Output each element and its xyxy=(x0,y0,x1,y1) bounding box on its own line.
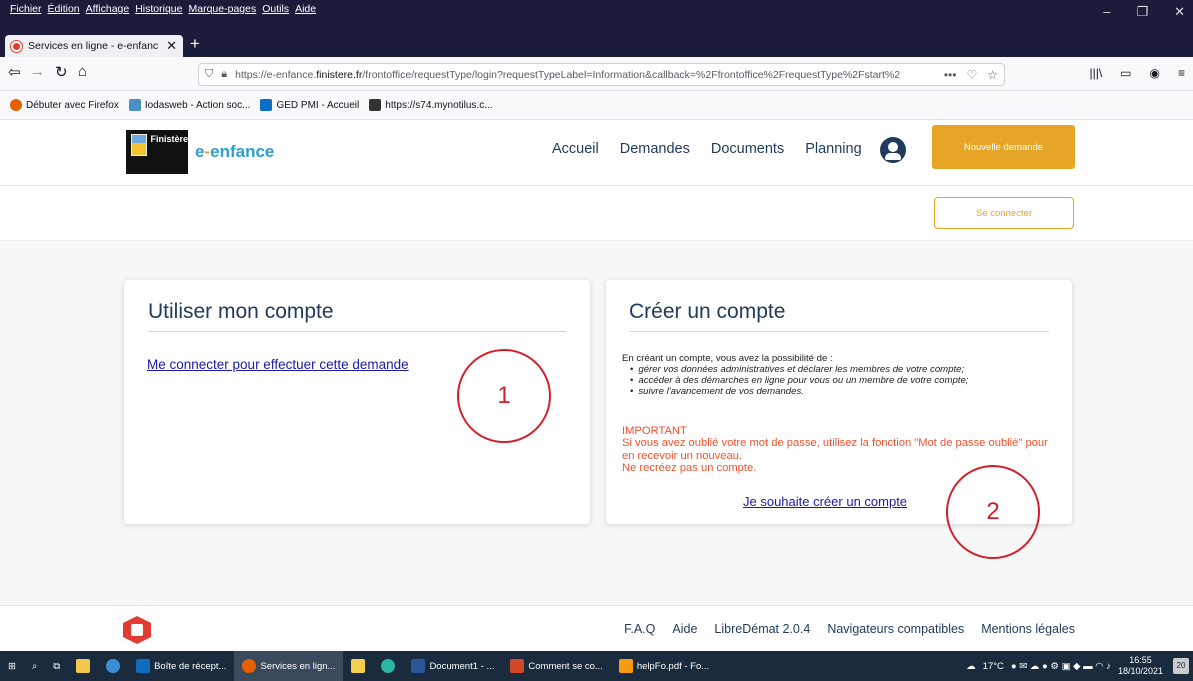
new-tab-icon[interactable]: + xyxy=(190,34,200,54)
taskbar-pdf[interactable]: helpFo.pdf - Fo... xyxy=(611,651,717,681)
ie-icon[interactable] xyxy=(98,651,128,681)
temperature[interactable]: 17°C xyxy=(983,661,1004,672)
menu-bar: Fichier Édition Affichage Historique Mar… xyxy=(10,3,316,15)
browser-navbar: ⇦ → ↻ ⌂ ⛉ 🔒︎ https://e-enfance.finistere… xyxy=(0,57,1193,91)
task-view-icon[interactable]: ⧉ xyxy=(45,651,68,681)
bookmark-star-icon[interactable]: ☆ xyxy=(987,68,998,82)
bookmark-item[interactable]: Débuter avec Firefox xyxy=(10,99,119,111)
sharepoint-icon xyxy=(260,99,273,111)
menu-icon[interactable]: ≡ xyxy=(1178,66,1185,80)
library-icon[interactable]: |||\ xyxy=(1089,66,1102,80)
notification-icon[interactable]: 20 xyxy=(1173,658,1189,674)
url-text: https://e-enfance.finistere.fr/frontoffi… xyxy=(235,68,901,81)
taskbar-powerpoint[interactable]: Comment se co... xyxy=(502,651,610,681)
address-bar[interactable]: ⛉ 🔒︎ https://e-enfance.finistere.fr/fron… xyxy=(198,63,1005,86)
menu-historique[interactable]: Historique xyxy=(135,3,182,15)
footer-link-faq[interactable]: F.A.Q xyxy=(624,622,655,636)
divider xyxy=(629,331,1049,332)
coat-of-arms-icon xyxy=(131,134,148,156)
nav-demandes[interactable]: Demandes xyxy=(620,141,690,157)
footer-link-aide[interactable]: Aide xyxy=(672,622,697,636)
main-nav: Accueil Demandes Documents Planning xyxy=(552,141,862,157)
close-window-icon[interactable]: ✕ xyxy=(1174,4,1185,20)
menu-outils[interactable]: Outils xyxy=(262,3,289,15)
bookmark-item[interactable]: GED PMI - Accueil xyxy=(260,99,359,111)
browser-titlebar: Fichier Édition Affichage Historique Mar… xyxy=(0,0,1193,57)
shield-icon[interactable]: ⛉ xyxy=(205,68,213,81)
back-icon[interactable]: ⇦ xyxy=(8,63,21,81)
list-item: gérer vos données administratives et déc… xyxy=(630,364,1062,375)
site-footer: F.A.Q Aide LibreDémat 2.0.4 Navigateurs … xyxy=(0,605,1193,651)
annotation-circle-1: 1 xyxy=(457,349,551,443)
iodasweb-icon xyxy=(128,99,141,111)
taskbar-word[interactable]: Document1 - ... xyxy=(403,651,502,681)
login-bar: Se connecter xyxy=(0,186,1193,241)
list-item: suivre l'avancement de vos demandes. xyxy=(630,386,1062,397)
edge-icon[interactable] xyxy=(373,651,403,681)
forward-icon[interactable]: → xyxy=(30,63,45,80)
home-icon[interactable]: ⌂ xyxy=(78,63,87,80)
clock[interactable]: 16:55 18/10/2021 xyxy=(1118,655,1163,677)
browser-tab-active[interactable]: Services en ligne - e-enfance ✕ xyxy=(5,35,183,57)
login-link[interactable]: Me connecter pour effectuer cette demand… xyxy=(147,357,409,372)
search-icon[interactable]: ⌕ xyxy=(24,651,45,681)
footer-links: F.A.Q Aide LibreDémat 2.0.4 Navigateurs … xyxy=(624,622,1075,636)
page-actions-icon[interactable]: ••• xyxy=(944,68,957,82)
menu-marque-pages[interactable]: Marque-pages xyxy=(189,3,257,15)
taskbar-app-icon[interactable] xyxy=(343,651,373,681)
menu-fichier[interactable]: Fichier xyxy=(10,3,42,15)
site-header: Finistère e-enfance Accueil Demandes Doc… xyxy=(0,120,1193,186)
card-title: Créer un compte xyxy=(629,300,786,323)
nav-documents[interactable]: Documents xyxy=(711,141,784,157)
site-favicon-icon xyxy=(11,40,22,52)
nav-accueil[interactable]: Accueil xyxy=(552,141,599,157)
window-controls: – ❐ ✕ xyxy=(1103,4,1185,20)
system-tray: ☁ 17°C ● ✉ ☁ ● ⚙ ▣ ◆ ▬ ◠ ♪ 16:55 18/10/20… xyxy=(966,651,1163,681)
list-item: accéder à des démarches en ligne pour vo… xyxy=(630,375,1062,386)
tab-close-icon[interactable]: ✕ xyxy=(166,38,177,54)
footer-link-legal[interactable]: Mentions légales xyxy=(981,622,1075,636)
footer-link-libredemat[interactable]: LibreDémat 2.0.4 xyxy=(714,622,810,636)
benefits-list: gérer vos données administratives et déc… xyxy=(622,364,1062,397)
new-request-button[interactable]: Nouvelle demande xyxy=(932,125,1075,169)
restore-icon[interactable]: ❐ xyxy=(1136,4,1148,20)
reload-icon[interactable]: ↻ xyxy=(55,63,68,81)
footer-link-browsers[interactable]: Navigateurs compatibles xyxy=(827,622,964,636)
login-button[interactable]: Se connecter xyxy=(934,197,1074,229)
account-icon[interactable]: ◉ xyxy=(1150,66,1160,80)
pocket-icon[interactable]: ♡ xyxy=(966,68,977,82)
windows-taskbar: ⊞ ⌕ ⧉ Boîte de récept... Services en lig… xyxy=(0,651,1193,681)
sidebar-icon[interactable]: ▭ xyxy=(1120,66,1131,80)
bookmark-item[interactable]: https://s74.mynotilus.c... xyxy=(369,99,493,111)
file-explorer-icon[interactable] xyxy=(68,651,98,681)
bookmark-item[interactable]: Iodasweb - Action soc... xyxy=(128,99,250,111)
divider xyxy=(148,331,566,332)
brand-name[interactable]: e-enfance xyxy=(195,142,274,162)
annotation-circle-2: 2 xyxy=(946,465,1040,559)
libredemat-logo-icon xyxy=(123,616,151,644)
weather-icon[interactable]: ☁ xyxy=(966,661,976,672)
nav-planning[interactable]: Planning xyxy=(805,141,861,157)
user-account-icon[interactable] xyxy=(880,137,906,163)
menu-edition[interactable]: Édition xyxy=(48,3,80,15)
bookmarks-bar: Débuter avec Firefox Iodasweb - Action s… xyxy=(0,91,1193,120)
card-title: Utiliser mon compte xyxy=(148,300,334,323)
finistere-logo[interactable]: Finistère xyxy=(126,130,188,174)
create-account-link[interactable]: Je souhaite créer un compte xyxy=(743,494,907,509)
toolbar-icons: |||\ ▭ ◉ ≡ xyxy=(1089,66,1185,80)
taskbar-firefox[interactable]: Services en lign... xyxy=(234,651,344,681)
start-icon[interactable]: ⊞ xyxy=(0,651,24,681)
tray-icons[interactable]: ● ✉ ☁ ● ⚙ ▣ ◆ ▬ ◠ ♪ xyxy=(1011,661,1111,672)
notilus-icon xyxy=(369,99,382,111)
taskbar-outlook[interactable]: Boîte de récept... xyxy=(128,651,234,681)
menu-aide[interactable]: Aide xyxy=(295,3,316,15)
minimize-icon[interactable]: – xyxy=(1103,4,1110,20)
tab-title: Services en ligne - e-enfance xyxy=(28,40,159,52)
benefits-text: En créant un compte, vous avez la possib… xyxy=(622,353,1062,397)
firefox-icon xyxy=(10,99,22,111)
lock-icon[interactable]: 🔒︎ xyxy=(221,68,227,81)
menu-affichage[interactable]: Affichage xyxy=(86,3,130,15)
